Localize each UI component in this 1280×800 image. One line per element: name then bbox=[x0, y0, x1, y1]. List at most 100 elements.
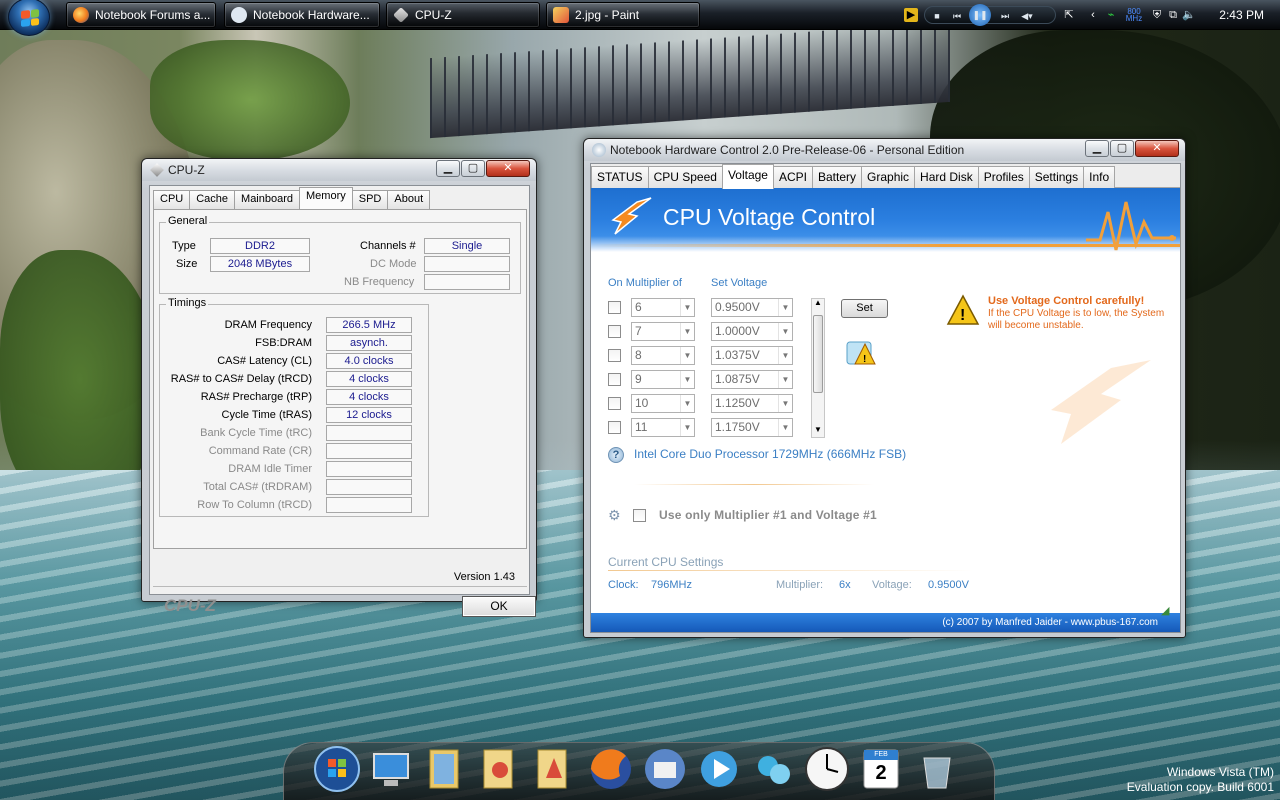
tab-voltage[interactable]: Voltage bbox=[721, 164, 774, 189]
tab-about[interactable]: About bbox=[387, 190, 431, 209]
tab-hard-disk[interactable]: Hard Disk bbox=[914, 166, 979, 188]
media-controls: ■ ⏮ ❚❚ ⏭ ◀▾ bbox=[924, 4, 1056, 26]
cpu-graph-icon[interactable]: ⌁ bbox=[1104, 8, 1118, 22]
scroll-thumb[interactable] bbox=[813, 315, 823, 393]
media-player-icon[interactable]: ▶ bbox=[904, 8, 918, 22]
recycle-bin-icon[interactable] bbox=[912, 744, 962, 798]
music-folder-icon[interactable] bbox=[528, 744, 578, 798]
multiplier-row-checkbox[interactable] bbox=[608, 325, 621, 338]
tab-spd[interactable]: SPD bbox=[351, 190, 389, 209]
cpuz-app-icon bbox=[150, 163, 164, 177]
tab-acpi[interactable]: ACPI bbox=[772, 166, 813, 188]
pictures-folder-icon[interactable] bbox=[474, 744, 524, 798]
close-button[interactable]: ✕ bbox=[1135, 140, 1179, 157]
tab-info[interactable]: Info bbox=[1083, 166, 1116, 188]
voltage-select[interactable]: 1.1250V ▼ bbox=[711, 394, 793, 413]
clock[interactable]: 2:43 PM bbox=[1219, 8, 1264, 22]
multiplier-select[interactable]: 6 ▼ bbox=[631, 298, 695, 317]
voltage-select[interactable]: 1.1750V ▼ bbox=[711, 418, 793, 437]
taskbar-button-paint[interactable]: 2.jpg - Paint bbox=[546, 2, 700, 28]
pause-icon[interactable]: ❚❚ bbox=[969, 4, 991, 26]
voltage-select[interactable]: 1.0000V ▼ bbox=[711, 322, 793, 341]
tab-cpu[interactable]: CPU bbox=[153, 190, 191, 209]
multiplier-select-value: 7 bbox=[635, 324, 642, 338]
chevron-left-icon[interactable]: ‹ bbox=[1086, 8, 1100, 22]
network-icon[interactable]: ⧉ bbox=[1166, 8, 1180, 22]
help-icon[interactable]: ? bbox=[608, 447, 624, 463]
window-title: Notebook Hardware Control 2.0 Pre-Releas… bbox=[610, 143, 965, 157]
chevron-down-icon: ▼ bbox=[778, 371, 792, 388]
nhc-titlebar[interactable]: Notebook Hardware Control 2.0 Pre-Releas… bbox=[584, 139, 1185, 161]
cpuz-app-icon bbox=[393, 7, 409, 23]
multiplier-row-checkbox[interactable] bbox=[608, 397, 621, 410]
speaker-icon[interactable]: 🔈 bbox=[1182, 8, 1196, 22]
voltage-select[interactable]: 0.9500V ▼ bbox=[711, 298, 793, 317]
restore-icon[interactable]: ⇱ bbox=[1062, 8, 1076, 22]
taskbar-button-notebook-hardware[interactable]: Notebook Hardware... bbox=[224, 2, 380, 28]
set-button[interactable]: Set bbox=[841, 299, 888, 318]
next-icon[interactable]: ⏭ bbox=[997, 8, 1013, 24]
multiplier-select-value: 11 bbox=[635, 420, 648, 434]
use-only-multiplier-checkbox[interactable] bbox=[633, 509, 646, 522]
scroll-down-icon[interactable]: ▼ bbox=[814, 425, 822, 434]
scroll-up-icon[interactable]: ▲ bbox=[814, 298, 822, 307]
stop-icon[interactable]: ■ bbox=[929, 8, 945, 24]
multiplier-row-checkbox[interactable] bbox=[608, 349, 621, 362]
clock-icon[interactable] bbox=[802, 744, 852, 798]
ok-button[interactable]: OK bbox=[462, 596, 536, 617]
previous-icon[interactable]: ⏮ bbox=[949, 8, 965, 24]
chevron-down-icon: ▼ bbox=[680, 347, 694, 364]
firefox-icon[interactable] bbox=[586, 744, 636, 798]
security-icon[interactable]: ⛨ bbox=[1150, 8, 1164, 22]
documents-folder-icon[interactable] bbox=[420, 744, 470, 798]
multiplier-row-checkbox[interactable] bbox=[608, 373, 621, 386]
voltage-scrollbar[interactable]: ▲ ▼ bbox=[811, 298, 825, 438]
chevron-down-icon: ▼ bbox=[778, 395, 792, 412]
calendar-day: 2 bbox=[875, 762, 887, 784]
tab-profiles[interactable]: Profiles bbox=[977, 166, 1030, 188]
resize-grip-icon[interactable]: ◢ bbox=[1161, 604, 1169, 617]
cpuz-titlebar[interactable]: CPU-Z ▁ ▢ ✕ bbox=[142, 159, 536, 181]
tab-cache[interactable]: Cache bbox=[189, 190, 236, 209]
multiplier-row-checkbox[interactable] bbox=[608, 301, 621, 314]
tab-cpu-speed[interactable]: CPU Speed bbox=[647, 166, 723, 188]
multiplier-select-value: 9 bbox=[635, 372, 642, 386]
multiplier-select[interactable]: 10 ▼ bbox=[631, 394, 695, 413]
firefox-icon bbox=[73, 7, 89, 23]
multiplier-select[interactable]: 7 ▼ bbox=[631, 322, 695, 341]
multiplier-select[interactable]: 9 ▼ bbox=[631, 370, 695, 389]
volume-icon[interactable]: ◀▾ bbox=[1019, 8, 1035, 24]
voltage-select[interactable]: 1.0875V ▼ bbox=[711, 370, 793, 389]
multiplier-select[interactable]: 8 ▼ bbox=[631, 346, 695, 365]
taskbar-button-notebook-forums[interactable]: Notebook Forums a... bbox=[66, 2, 216, 28]
minimize-button[interactable]: ▁ bbox=[436, 160, 460, 177]
multiplier-select[interactable]: 11 ▼ bbox=[631, 418, 695, 437]
tab-mainboard[interactable]: Mainboard bbox=[234, 190, 301, 209]
voltage-select[interactable]: 1.0375V ▼ bbox=[711, 346, 793, 365]
maximize-button[interactable]: ▢ bbox=[1110, 140, 1134, 157]
calendar-icon[interactable]: FEB 2 bbox=[856, 744, 906, 798]
taskbar-button-label: 2.jpg - Paint bbox=[575, 8, 640, 22]
close-button[interactable]: ✕ bbox=[486, 160, 530, 177]
thunderbird-icon[interactable] bbox=[640, 744, 690, 798]
maximize-button[interactable]: ▢ bbox=[461, 160, 485, 177]
computer-icon[interactable] bbox=[366, 744, 416, 798]
tab-status[interactable]: STATUS bbox=[591, 166, 649, 188]
multiplier-label: Multiplier: bbox=[776, 579, 824, 591]
chevron-down-icon: ▼ bbox=[680, 323, 694, 340]
media-player-icon[interactable] bbox=[694, 744, 744, 798]
tab-graphic[interactable]: Graphic bbox=[861, 166, 916, 188]
cpuz-tab-strip: CPU Cache Mainboard Memory SPD About bbox=[153, 187, 431, 209]
messenger-icon[interactable] bbox=[748, 744, 798, 798]
tab-settings[interactable]: Settings bbox=[1028, 166, 1085, 188]
voltage-select-value: 1.0375V bbox=[715, 348, 760, 362]
taskbar-button-cpuz[interactable]: CPU-Z bbox=[386, 2, 540, 28]
multiplier-row-checkbox[interactable] bbox=[608, 421, 621, 434]
minimize-button[interactable]: ▁ bbox=[1085, 140, 1109, 157]
version-label: Version 1.43 bbox=[453, 571, 515, 583]
dock-start-orb[interactable] bbox=[312, 744, 362, 798]
tab-memory[interactable]: Memory bbox=[299, 187, 353, 209]
voltage-warning-app-icon[interactable]: ! bbox=[845, 338, 879, 368]
cpu-frequency-tray[interactable]: 800 MHz bbox=[1122, 8, 1146, 23]
tab-battery[interactable]: Battery bbox=[812, 166, 863, 188]
